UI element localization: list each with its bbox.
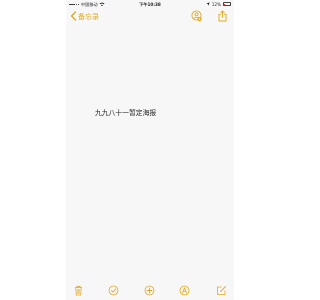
back-button[interactable]: 备忘录	[70, 11, 99, 23]
notes-screen: 中国移动 下午10:38 12% 备忘录 九九八十一暂定海报	[66, 0, 234, 300]
status-right: 12%	[205, 1, 231, 7]
battery-level	[224, 3, 226, 5]
compose-icon[interactable]	[216, 285, 227, 296]
nav-actions	[191, 10, 228, 22]
bottom-toolbar	[66, 280, 234, 300]
location-icon	[205, 1, 210, 7]
back-label: 备忘录	[78, 13, 99, 21]
trash-icon[interactable]	[73, 285, 84, 296]
navigation-bar: 备忘录	[66, 8, 234, 26]
status-bar: 中国移动 下午10:38 12%	[66, 0, 234, 8]
add-icon[interactable]	[144, 285, 155, 296]
battery-percent: 12%	[211, 1, 221, 7]
share-icon[interactable]	[217, 10, 228, 22]
markup-icon[interactable]	[179, 285, 190, 296]
note-content[interactable]: 九九八十一暂定海报	[95, 107, 156, 117]
battery-icon	[223, 2, 231, 6]
add-person-icon[interactable]	[191, 10, 202, 22]
chevron-left-icon	[70, 11, 77, 23]
checklist-icon[interactable]	[108, 285, 119, 296]
